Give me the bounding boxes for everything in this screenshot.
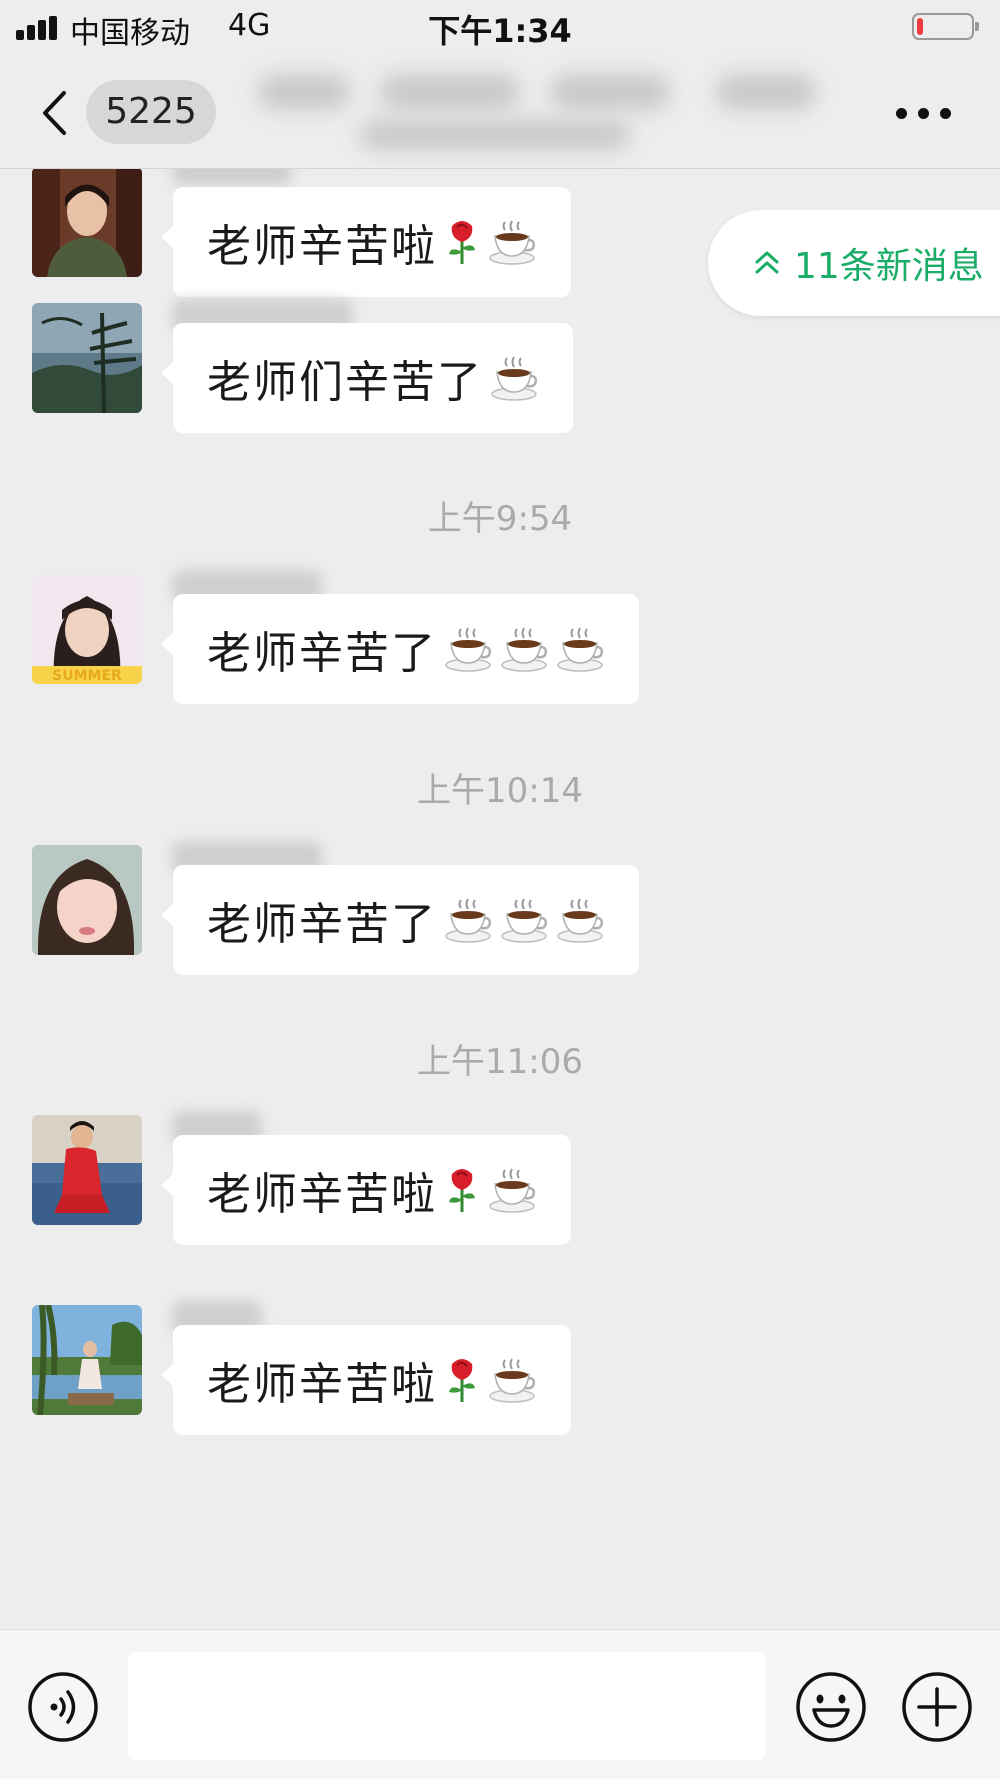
chat-message-list[interactable]: 老师辛苦啦 老师们辛苦了 上午9:54 SUMMER 老师辛苦了 上午10:14… bbox=[0, 169, 1000, 1629]
message-bubble[interactable]: 老师辛苦了 bbox=[161, 865, 639, 975]
double-chevron-up-icon bbox=[755, 251, 779, 274]
rose-emoji-icon bbox=[449, 221, 475, 264]
rose-emoji-icon bbox=[449, 1359, 475, 1402]
coffee-emoji-icon bbox=[557, 627, 604, 672]
timestamp: 上午10:14 bbox=[417, 771, 583, 811]
message-text: 老师辛苦啦 bbox=[207, 1169, 437, 1220]
avatar[interactable]: SUMMER bbox=[32, 574, 142, 684]
battery-level bbox=[917, 18, 923, 35]
message-text: 老师辛苦了 bbox=[207, 628, 437, 679]
coffee-emoji-icon bbox=[491, 356, 538, 401]
unread-count-badge[interactable]: 5225 bbox=[86, 80, 216, 144]
coffee-emoji-icon bbox=[489, 1358, 536, 1403]
message-item: 老师们辛苦了 bbox=[0, 299, 1000, 433]
timestamp: 上午11:06 bbox=[417, 1042, 583, 1082]
avatar[interactable] bbox=[32, 169, 142, 277]
status-bar: 中国移动 4G 下午1:34 bbox=[0, 0, 1000, 56]
avatar[interactable] bbox=[32, 1305, 142, 1415]
coffee-emoji-icon bbox=[501, 898, 548, 943]
message-bubble[interactable]: 老师辛苦啦 bbox=[161, 1325, 571, 1435]
avatar[interactable] bbox=[32, 303, 142, 413]
message-input[interactable] bbox=[128, 1652, 766, 1760]
battery-icon bbox=[912, 13, 979, 40]
chevron-left-icon[interactable] bbox=[40, 90, 70, 136]
message-item: SUMMER 老师辛苦了 bbox=[0, 570, 1000, 704]
coffee-emoji-icon bbox=[489, 220, 536, 265]
message-bubble[interactable]: 老师们辛苦了 bbox=[161, 323, 573, 433]
plus-icon[interactable] bbox=[900, 1670, 974, 1744]
status-time: 下午1:34 bbox=[428, 12, 572, 50]
message-bubble[interactable]: 老师辛苦啦 bbox=[161, 1135, 571, 1245]
coffee-emoji-icon bbox=[557, 898, 604, 943]
new-messages-button[interactable]: 11条新消息 bbox=[708, 210, 1000, 316]
message-item: 老师辛苦了 bbox=[0, 841, 1000, 975]
message-text: 老师辛苦了 bbox=[207, 899, 437, 950]
message-text: 老师辛苦啦 bbox=[207, 1359, 437, 1410]
coffee-emoji-icon bbox=[489, 1168, 536, 1213]
coffee-emoji-icon bbox=[445, 898, 492, 943]
timestamp: 上午9:54 bbox=[427, 499, 573, 539]
input-bar bbox=[0, 1629, 1000, 1779]
more-options-icon[interactable] bbox=[896, 108, 952, 120]
coffee-emoji-icon bbox=[501, 627, 548, 672]
nav-bar: 5225 bbox=[0, 56, 1000, 169]
message-item: 老师辛苦啦 bbox=[0, 1111, 1000, 1245]
coffee-emoji-icon bbox=[445, 627, 492, 672]
message-text: 老师们辛苦了 bbox=[207, 357, 483, 408]
message-bubble[interactable]: 老师辛苦了 bbox=[161, 594, 639, 704]
svg-text:SUMMER: SUMMER bbox=[52, 668, 122, 684]
new-messages-label: 11条新消息 bbox=[794, 246, 984, 287]
message-item: 老师辛苦啦 bbox=[0, 1301, 1000, 1435]
message-bubble[interactable]: 老师辛苦啦 bbox=[161, 187, 571, 297]
sender-name-blurred bbox=[172, 169, 292, 185]
message-text: 老师辛苦啦 bbox=[207, 221, 437, 272]
avatar[interactable] bbox=[32, 1115, 142, 1225]
rose-emoji-icon bbox=[449, 1169, 475, 1212]
smiley-icon[interactable] bbox=[794, 1670, 868, 1744]
voice-icon[interactable] bbox=[26, 1670, 100, 1744]
avatar[interactable] bbox=[32, 845, 142, 955]
